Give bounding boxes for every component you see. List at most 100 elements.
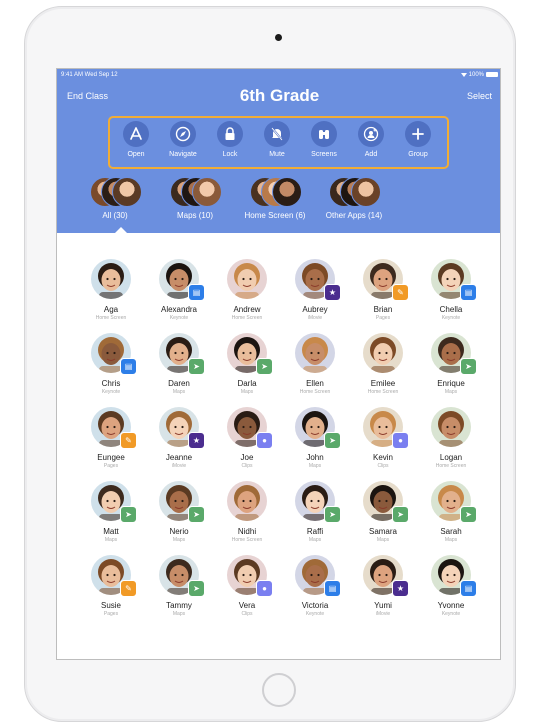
student-tile[interactable]: ➤ Sarah Maps (421, 481, 481, 543)
screens-button[interactable]: Screens (302, 121, 346, 158)
student-tile[interactable]: Emilee Home Screen (353, 333, 413, 395)
student-photo: ➤ (295, 481, 341, 523)
student-tile[interactable]: ➤ John Maps (285, 407, 345, 469)
student-tile[interactable]: ● Joe Clips (217, 407, 277, 469)
maps-icon: ➤ (324, 432, 341, 449)
student-tile[interactable]: ★ Yumi iMovie (353, 555, 413, 617)
home-button[interactable] (262, 673, 296, 707)
selected-tab-indicator (115, 227, 127, 233)
student-tile[interactable]: Andrew Home Screen (217, 259, 277, 321)
student-name: Jeanne (165, 453, 193, 462)
student-name: Vera (238, 601, 256, 610)
student-tile[interactable]: ➤ Darla Maps (217, 333, 277, 395)
front-camera (275, 34, 282, 41)
student-tile[interactable]: ➤ Matt Maps (81, 481, 141, 543)
student-current-app: Home Screen (95, 315, 127, 321)
student-current-app: Keynote (441, 315, 461, 321)
tab-home-screen[interactable]: Home Screen (6) (239, 177, 311, 220)
imovie-icon: ★ (392, 580, 409, 597)
clips-icon: ● (256, 432, 273, 449)
student-current-app: Pages (103, 463, 119, 469)
student-tile[interactable]: ★ Aubrey iMovie (285, 259, 345, 321)
student-tile[interactable]: ▤ Chella Keynote (421, 259, 481, 321)
student-tile[interactable]: Logan Home Screen (421, 407, 481, 469)
student-tile[interactable]: ➤ Nerio Maps (149, 481, 209, 543)
avatar (295, 333, 335, 373)
student-name: Daren (168, 379, 190, 388)
tab-other-apps-label: Other Apps (14) (325, 211, 383, 220)
tab-other-apps[interactable]: Other Apps (14) (319, 177, 389, 220)
student-name: Eungee (97, 453, 125, 462)
student-photo: ▤ (431, 259, 477, 301)
student-current-app: iMovie (307, 315, 323, 321)
student-current-app: Maps (308, 463, 322, 469)
imovie-icon: ★ (188, 432, 205, 449)
keynote-icon: ▤ (460, 580, 477, 597)
student-photo: ▤ (91, 333, 137, 375)
group-avatars (90, 177, 142, 207)
student-name: Andrew (233, 305, 261, 314)
tab-all[interactable]: All (30) (87, 177, 143, 220)
student-current-app: Home Screen (435, 463, 467, 469)
group-button[interactable]: Group (396, 121, 440, 158)
student-tile[interactable]: ✎ Susie Pages (81, 555, 141, 617)
mute-button[interactable]: Mute (255, 121, 299, 158)
student-name: Matt (103, 527, 119, 536)
navigate-button[interactable]: Navigate (161, 121, 205, 158)
student-tile[interactable]: ➤ Samara Maps (353, 481, 413, 543)
student-tile[interactable]: ➤ Daren Maps (149, 333, 209, 395)
student-tile[interactable]: ▤ Alexandra Keynote (149, 259, 209, 321)
student-tile[interactable]: ✎ Brian Pages (353, 259, 413, 321)
student-photo: ➤ (159, 481, 205, 523)
class-header: 9:41 AM Wed Sep 12 100% End Class 6th Gr… (57, 69, 500, 233)
maps-icon: ➤ (324, 506, 341, 523)
student-name: Samara (368, 527, 397, 536)
wifi-icon (460, 72, 467, 77)
student-tile[interactable]: ▤ Victoria Keynote (285, 555, 345, 617)
student-photo (227, 481, 267, 521)
student-name: Chris (101, 379, 121, 388)
student-current-app: Home Screen (231, 315, 263, 321)
student-photo: ▤ (159, 259, 205, 301)
pages-icon: ✎ (392, 284, 409, 301)
student-current-app: Keynote (169, 315, 189, 321)
status-time-date: 9:41 AM Wed Sep 12 (61, 72, 118, 78)
compass-icon (170, 121, 196, 147)
student-name: Darla (237, 379, 257, 388)
student-tile[interactable]: ● Vera Clips (217, 555, 277, 617)
student-tile[interactable]: ★ Jeanne iMovie (149, 407, 209, 469)
tab-maps-label: Maps (10) (176, 211, 213, 220)
student-current-app: Clips (241, 463, 253, 469)
clips-icon: ● (256, 580, 273, 597)
student-tile[interactable]: ▤ Yvonne Keynote (421, 555, 481, 617)
add-label: Add (364, 151, 378, 158)
tab-maps[interactable]: Maps (10) (165, 177, 225, 220)
student-name: Nerio (169, 527, 189, 536)
keynote-icon: ▤ (460, 284, 477, 301)
student-name: Aga (103, 305, 119, 314)
page-title: 6th Grade (239, 86, 320, 105)
open-button[interactable]: Open (114, 121, 158, 158)
add-button[interactable]: Add (349, 121, 393, 158)
student-current-app: Keynote (305, 611, 325, 617)
bell-slash-icon (264, 121, 290, 147)
student-tile[interactable]: ➤ Tammy Maps (149, 555, 209, 617)
lock-button[interactable]: Lock (208, 121, 252, 158)
student-tile[interactable]: ✎ Eungee Pages (81, 407, 141, 469)
select-button[interactable]: Select (467, 91, 492, 101)
student-tile[interactable]: Ellen Home Screen (285, 333, 345, 395)
student-tile[interactable]: ➤ Enrique Maps (421, 333, 481, 395)
student-tile[interactable]: ● Kevin Clips (353, 407, 413, 469)
lock-label: Lock (222, 151, 238, 158)
student-tile[interactable]: ▤ Chris Keynote (81, 333, 141, 395)
student-current-app: Maps (308, 537, 322, 543)
student-tile[interactable]: Aga Home Screen (81, 259, 141, 321)
student-tile[interactable]: ➤ Raffi Maps (285, 481, 345, 543)
group-avatars (170, 177, 222, 207)
student-name: Nidhi (237, 527, 257, 536)
student-tile[interactable]: Nidhi Home Screen (217, 481, 277, 543)
open-label: Open (127, 151, 145, 158)
tab-home-screen-label: Home Screen (6) (244, 211, 306, 220)
student-photo: ➤ (159, 555, 205, 597)
student-photo: ★ (159, 407, 205, 449)
